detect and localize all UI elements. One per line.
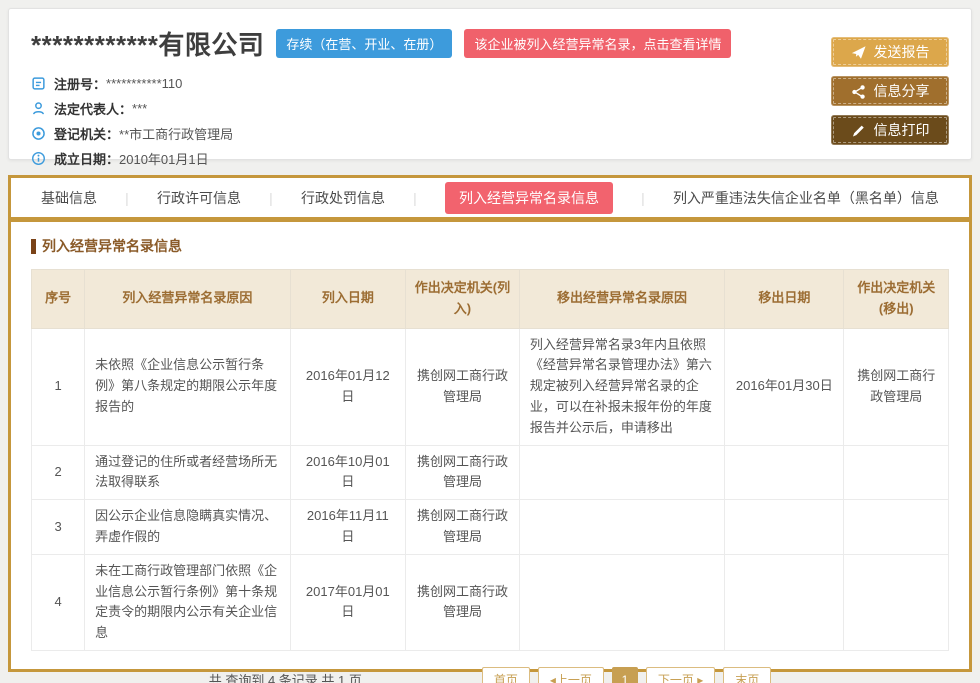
share-nodes-icon [851, 84, 866, 99]
header-removal-authority: 作出决定机关(移出) [844, 270, 949, 329]
establish-date-row: 成立日期： 2010年01月1日 [31, 146, 949, 171]
print-info-button[interactable]: 信息打印 [831, 115, 949, 145]
cell-removal-reason [519, 500, 724, 555]
current-page-button[interactable]: 1 [612, 667, 638, 683]
company-name-row: ************有限公司 存续（在营、开业、在册） 该企业被列入经营异常… [31, 25, 949, 62]
cell-listing-authority: 携创网工商行政管理局 [406, 328, 520, 445]
cell-removal-authority [844, 445, 949, 500]
share-info-label: 信息分享 [874, 81, 930, 101]
table-row: 4 未在工商行政管理部门依照《企业信息公示暂行条例》第十条规定责令的期限内公示有… [32, 554, 949, 650]
cell-removal-authority: 携创网工商行政管理局 [844, 328, 949, 445]
cell-listing-date: 2016年01月12日 [290, 328, 406, 445]
paper-plane-icon [851, 45, 866, 60]
section-title-text: 列入经营异常名录信息 [42, 236, 182, 256]
tab-bar: 基础信息 行政许可信息 行政处罚信息 列入经营异常名录信息 列入严重违法失信企业… [11, 178, 969, 222]
legal-person-value: *** [132, 101, 147, 116]
cell-removal-date [725, 554, 844, 650]
cell-listing-authority: 携创网工商行政管理局 [406, 445, 520, 500]
last-page-button[interactable]: 末页 [723, 667, 771, 683]
cell-removal-reason [519, 554, 724, 650]
cell-removal-reason: 列入经营异常名录3年内且依照《经营异常名录管理办法》第六规定被列入经营异常名录的… [519, 328, 724, 445]
cell-index: 2 [32, 445, 85, 500]
tab-admin-license[interactable]: 行政许可信息 [157, 188, 241, 208]
cell-removal-date: 2016年01月30日 [725, 328, 844, 445]
establish-date-icon [31, 151, 46, 166]
establish-date-value: 2010年01月1日 [119, 149, 209, 168]
cell-listing-reason: 因公示企业信息隐瞒真实情况、弄虚作假的 [85, 500, 290, 555]
legal-person-row: 法定代表人： *** [31, 96, 949, 121]
tab-basic-info[interactable]: 基础信息 [41, 188, 97, 208]
tab-blacklist[interactable]: 列入严重违法失信企业名单（黑名单）信息 [673, 188, 939, 208]
table-row: 1 未依照《企业信息公示暂行条例》第八条规定的期限公示年度报告的 2016年01… [32, 328, 949, 445]
cell-listing-reason: 通过登记的住所或者经营场所无法取得联系 [85, 445, 290, 500]
table-row: 2 通过登记的住所或者经营场所无法取得联系 2016年10月01日 携创网工商行… [32, 445, 949, 500]
cell-listing-reason: 未依照《企业信息公示暂行条例》第八条规定的期限公示年度报告的 [85, 328, 290, 445]
establish-date-label: 成立日期： [54, 149, 119, 168]
section-title-marker [31, 239, 36, 254]
send-report-label: 发送报告 [874, 42, 930, 62]
cell-removal-authority [844, 500, 949, 555]
registry-authority-value: **市工商行政管理局 [119, 124, 233, 143]
cell-index: 3 [32, 500, 85, 555]
cell-removal-date [725, 500, 844, 555]
abnormal-records-table: 序号 列入经营异常名录原因 列入日期 作出决定机关(列入) 移出经营异常名录原因… [31, 269, 949, 651]
next-page-button[interactable]: 下一页 ▸ [646, 667, 715, 683]
cell-removal-reason [519, 445, 724, 500]
cell-listing-date: 2016年10月01日 [290, 445, 406, 500]
registration-number-value: ***********110 [106, 76, 182, 91]
header-index: 序号 [32, 270, 85, 329]
pencil-icon [851, 123, 866, 138]
header-listing-date: 列入日期 [290, 270, 406, 329]
cell-listing-date: 2017年01月01日 [290, 554, 406, 650]
legal-person-icon [31, 101, 46, 116]
tab-content: 列入经营异常名录信息 序号 列入经营异常名录原因 列入日期 作出决定机关(列入)… [11, 222, 969, 683]
company-info-list: 注册号： ***********110 法定代表人： *** 登记机关： **市… [31, 71, 949, 171]
prev-page-button[interactable]: ◂上一页 [538, 667, 604, 683]
cell-removal-authority [844, 554, 949, 650]
share-info-button[interactable]: 信息分享 [831, 76, 949, 106]
table-header-row: 序号 列入经营异常名录原因 列入日期 作出决定机关(列入) 移出经营异常名录原因… [32, 270, 949, 329]
cell-removal-date [725, 445, 844, 500]
header-removal-date: 移出日期 [725, 270, 844, 329]
send-report-button[interactable]: 发送报告 [831, 37, 949, 67]
tab-separator [125, 190, 129, 206]
company-name: ************有限公司 [31, 25, 264, 62]
cell-listing-date: 2016年11月11日 [290, 500, 406, 555]
print-info-label: 信息打印 [874, 120, 930, 140]
cell-listing-reason: 未在工商行政管理部门依照《企业信息公示暂行条例》第十条规定责令的期限内公示有关企… [85, 554, 290, 650]
section-title: 列入经营异常名录信息 [31, 236, 949, 256]
table-row: 3 因公示企业信息隐瞒真实情况、弄虚作假的 2016年11月11日 携创网工商行… [32, 500, 949, 555]
legal-person-label: 法定代表人： [54, 99, 132, 118]
tab-abnormal-list[interactable]: 列入经营异常名录信息 [445, 182, 613, 214]
header-listing-authority: 作出决定机关(列入) [406, 270, 520, 329]
header-listing-reason: 列入经营异常名录原因 [85, 270, 290, 329]
first-page-button[interactable]: 首页 [482, 667, 530, 683]
status-badge: 存续（在营、开业、在册） [276, 29, 452, 58]
cell-index: 4 [32, 554, 85, 650]
cell-listing-authority: 携创网工商行政管理局 [406, 554, 520, 650]
main-content-box: 基础信息 行政许可信息 行政处罚信息 列入经营异常名录信息 列入严重违法失信企业… [8, 175, 972, 672]
tab-admin-penalty[interactable]: 行政处罚信息 [301, 188, 385, 208]
tab-separator [413, 190, 417, 206]
abnormal-alert-badge[interactable]: 该企业被列入经营异常名录，点击查看详情 [464, 29, 731, 58]
registry-authority-row: 登记机关： **市工商行政管理局 [31, 121, 949, 146]
cell-listing-authority: 携创网工商行政管理局 [406, 500, 520, 555]
header-action-buttons: 发送报告 信息分享 信息打印 [831, 37, 949, 145]
table-footer: 共 查询到 4 条记录 共 1 页 首页 ◂上一页 1 下一页 ▸ 末页 [31, 665, 949, 683]
registry-authority-label: 登记机关： [54, 124, 119, 143]
pagination: 首页 ◂上一页 1 下一页 ▸ 末页 [482, 667, 771, 683]
company-header-card: ************有限公司 存续（在营、开业、在册） 该企业被列入经营异常… [8, 8, 972, 160]
tab-separator [641, 190, 645, 206]
tab-separator [269, 190, 273, 206]
registration-number-icon [31, 76, 46, 91]
header-removal-reason: 移出经营异常名录原因 [519, 270, 724, 329]
registration-number-label: 注册号： [54, 74, 106, 93]
registration-number-row: 注册号： ***********110 [31, 71, 949, 96]
registry-authority-icon [31, 126, 46, 141]
cell-index: 1 [32, 328, 85, 445]
record-count-summary: 共 查询到 4 条记录 共 1 页 [209, 670, 362, 683]
